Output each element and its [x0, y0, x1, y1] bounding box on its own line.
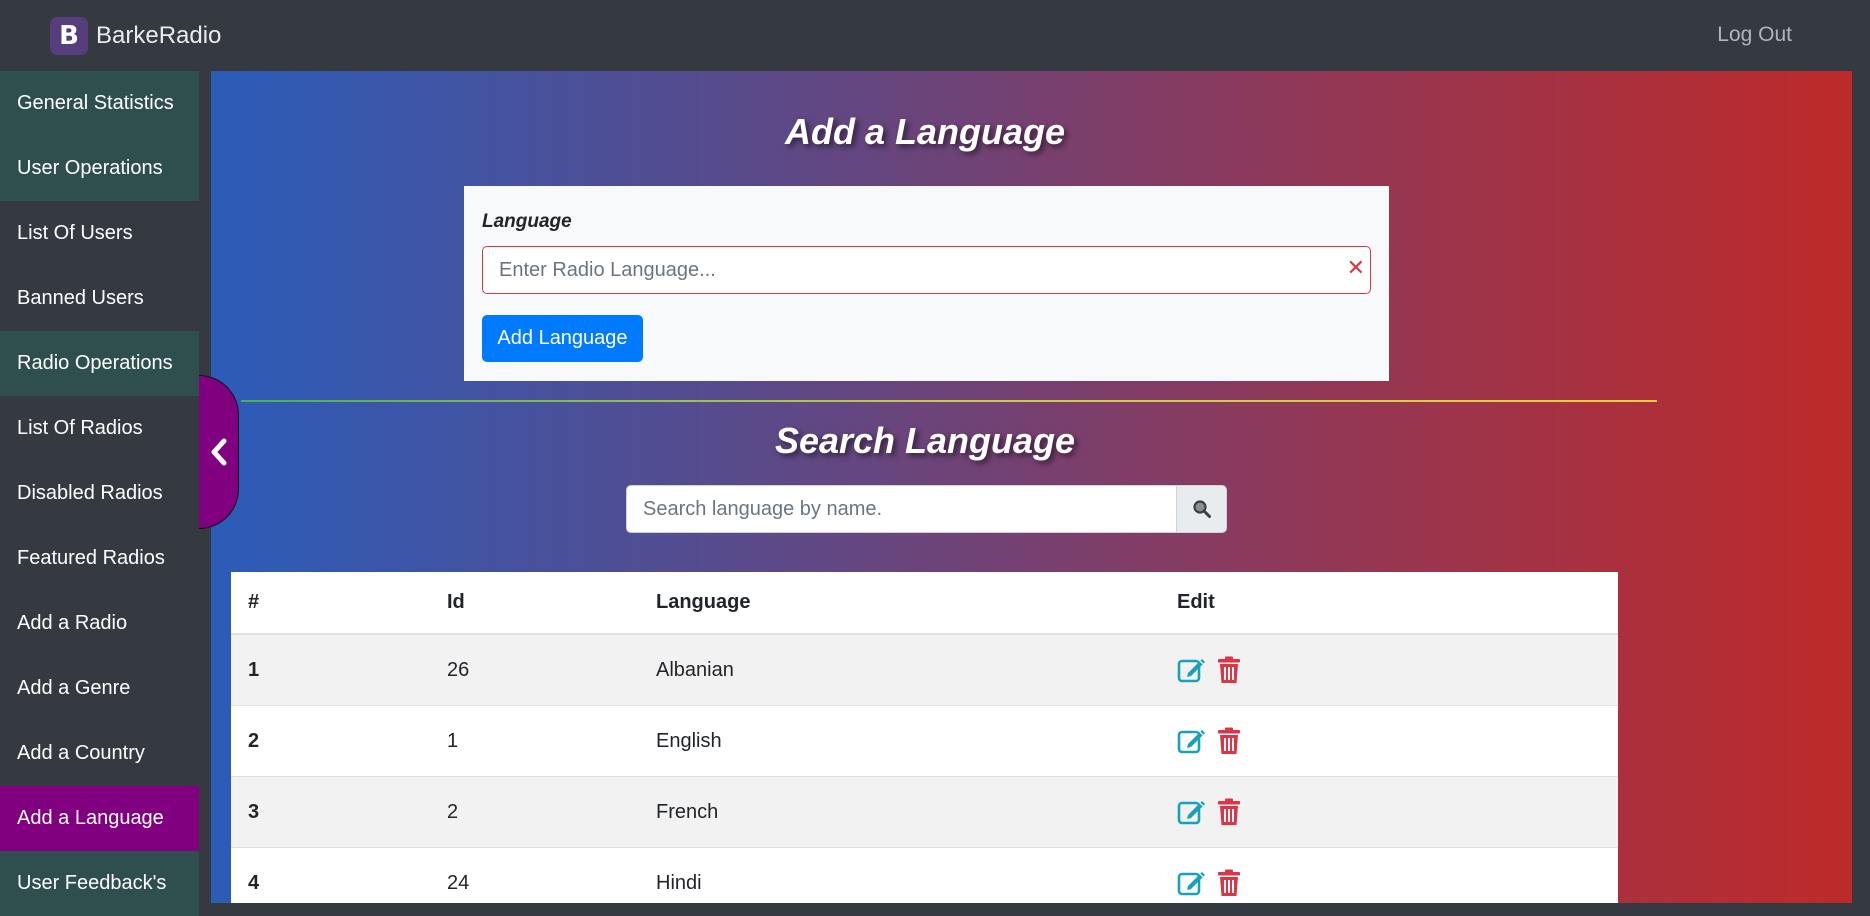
sidebar-item-banned-users[interactable]: Banned Users — [0, 266, 199, 331]
sidebar-item-add-a-radio[interactable]: Add a Radio — [0, 591, 199, 656]
sidebar-item-add-a-genre[interactable]: Add a Genre — [0, 656, 199, 721]
section-divider — [241, 400, 1657, 402]
edit-icon[interactable] — [1177, 656, 1207, 684]
row-language: Albanian — [656, 633, 1177, 706]
sidebar-item-user-operations[interactable]: User Operations — [0, 136, 199, 201]
column-header-edit: Edit — [1177, 572, 1618, 635]
edit-icon[interactable] — [1177, 798, 1207, 826]
row-actions — [1177, 705, 1618, 777]
sidebar-item-user-feedback-s[interactable]: User Feedback's — [0, 851, 199, 916]
row-id: 2 — [447, 776, 656, 848]
table-row: 4 24 Hindi — [231, 847, 1618, 903]
row-id: 24 — [447, 847, 656, 903]
language-input[interactable] — [482, 246, 1371, 294]
row-language: Hindi — [656, 847, 1177, 903]
table-row: 1 26 Albanian — [231, 633, 1618, 706]
search-language-heading: Search Language — [774, 420, 1076, 461]
row-number: 1 — [231, 633, 447, 706]
column-header-id: Id — [447, 572, 656, 635]
sidebar-item-add-a-language[interactable]: Add a Language — [0, 786, 199, 851]
row-id: 26 — [447, 633, 656, 706]
sidebar-item-disabled-radios[interactable]: Disabled Radios — [0, 461, 199, 526]
edit-icon[interactable] — [1177, 727, 1207, 755]
row-language: French — [656, 776, 1177, 848]
row-actions — [1177, 847, 1618, 903]
sidebar-item-general-statistics[interactable]: General Statistics — [0, 71, 199, 136]
table-row: 3 2 French — [231, 776, 1618, 848]
trash-icon[interactable] — [1217, 869, 1241, 897]
row-actions — [1177, 776, 1618, 848]
row-number: 4 — [231, 847, 447, 903]
logout-link[interactable]: Log Out — [1717, 23, 1792, 47]
sidebar: General Statistics User Operations List Of… — [0, 71, 199, 916]
row-number: 3 — [231, 776, 447, 848]
table-header-row: # Id Language Edit — [231, 572, 1618, 635]
row-actions — [1177, 633, 1618, 706]
sidebar-toggle-button[interactable] — [199, 375, 239, 529]
add-language-card: Language ✕ Add Language — [464, 186, 1389, 381]
main-content: Add a Language Language ✕ Add Language S… — [211, 71, 1852, 903]
table-row: 2 1 English — [231, 705, 1618, 777]
sidebar-item-add-a-country[interactable]: Add a Country — [0, 721, 199, 786]
language-field-label: Language — [482, 211, 572, 232]
sidebar-item-radio-operations[interactable]: Radio Operations — [0, 331, 199, 396]
add-language-heading: Add a Language — [784, 111, 1066, 152]
brand-logo-icon: B — [50, 16, 88, 55]
trash-icon[interactable] — [1217, 798, 1241, 826]
sidebar-item-list-of-radios[interactable]: List Of Radios — [0, 396, 199, 461]
column-header-language: Language — [656, 572, 1177, 635]
top-navbar: B BarkeRadio Log Out — [0, 0, 1870, 71]
add-language-button[interactable]: Add Language — [482, 315, 643, 362]
chevron-left-icon — [211, 438, 226, 466]
trash-icon[interactable] — [1217, 656, 1241, 684]
search-input[interactable] — [626, 485, 1178, 533]
search-button[interactable] — [1176, 485, 1227, 533]
languages-table: # Id Language Edit 1 26 Albanian 2 1 English 3… — [231, 572, 1618, 903]
row-number: 2 — [231, 705, 447, 777]
search-icon — [1192, 500, 1211, 518]
brand[interactable]: B BarkeRadio — [50, 16, 222, 55]
row-id: 1 — [447, 705, 656, 777]
trash-icon[interactable] — [1217, 727, 1241, 755]
column-header-number: # — [231, 572, 447, 635]
sidebar-item-featured-radios[interactable]: Featured Radios — [0, 526, 199, 591]
edit-icon[interactable] — [1177, 869, 1207, 897]
right-edge-strip — [1852, 71, 1870, 903]
brand-name: BarkeRadio — [96, 21, 222, 49]
row-language: English — [656, 705, 1177, 777]
close-icon[interactable]: ✕ — [1347, 256, 1365, 281]
sidebar-item-list-of-users[interactable]: List Of Users — [0, 201, 199, 266]
